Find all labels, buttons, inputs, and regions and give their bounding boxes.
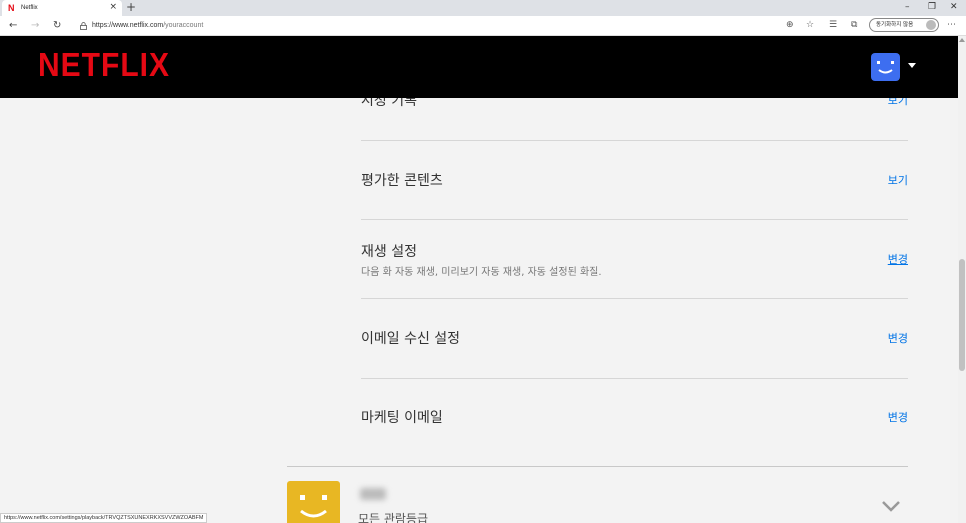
account-dropdown-caret-icon[interactable] (908, 63, 916, 68)
profile-avatar-icon[interactable] (287, 481, 340, 523)
restore-button[interactable]: ❐ (928, 1, 936, 13)
viewing-history-link[interactable]: 보기 (888, 98, 908, 108)
browser-toolbar: ← → ↻ https://www.netflix.com/youraccoun… (0, 16, 966, 36)
divider (361, 378, 908, 379)
scroll-thumb[interactable] (959, 259, 965, 371)
lock-icon (80, 21, 87, 30)
browser-tab-bar: N Netflix × + – ❐ ✕ (0, 0, 966, 16)
status-bar-url: https://www.netflix.com/settings/playbac… (0, 513, 208, 523)
profile-sync-label: 동기화하지 않음 (876, 22, 914, 28)
playback-settings-title: 재생 설정 (361, 244, 417, 260)
marketing-email-title: 마케팅 이메일 (361, 410, 443, 426)
browser-profile-button[interactable]: 동기화하지 않음 (869, 18, 939, 32)
new-tab-button[interactable]: + (126, 0, 136, 15)
divider (361, 298, 908, 299)
more-menu-icon[interactable]: ⋯ (947, 20, 956, 31)
email-settings-title: 이메일 수신 설정 (361, 331, 461, 347)
profile-avatar-icon[interactable] (871, 53, 900, 81)
minimize-button[interactable]: – (905, 1, 910, 13)
rated-content-title: 평가한 콘텐츠 (361, 173, 443, 189)
page-scrollbar[interactable] (958, 36, 966, 523)
address-bar[interactable]: https://www.netflix.com/youraccount (74, 18, 804, 33)
playback-settings-desc: 다음 화 자동 재생, 미리보기 자동 재생, 자동 설정된 화질. (361, 267, 602, 278)
collections-icon[interactable]: ⧉ (851, 20, 857, 31)
netflix-favicon-icon: N (8, 3, 15, 13)
browser-avatar-icon (926, 20, 936, 30)
tab-close-icon[interactable]: × (109, 2, 117, 13)
email-settings-link[interactable]: 변경 (888, 330, 908, 346)
playback-settings-link[interactable]: 변경 (888, 251, 908, 267)
netflix-header: NETFLIX (0, 36, 966, 98)
browser-tab[interactable]: N Netflix × (2, 0, 122, 16)
section-divider (287, 466, 908, 467)
url-text: https://www.netflix.com/youraccount (92, 22, 204, 29)
chevron-down-icon[interactable] (881, 500, 901, 512)
profile-name-blurred (360, 488, 386, 500)
rated-content-link[interactable]: 보기 (888, 172, 908, 188)
zoom-icon[interactable]: ⊕ (786, 20, 794, 31)
smile-face-icon (300, 495, 327, 518)
forward-icon[interactable]: → (31, 19, 39, 32)
favorites-list-icon[interactable]: ☰ (829, 20, 837, 31)
viewing-history-row: 시청 기록 보기 (361, 98, 908, 120)
favorite-star-icon[interactable]: ☆ (806, 20, 814, 31)
email-settings-row: 이메일 수신 설정 변경 (361, 328, 908, 348)
viewing-history-title: 시청 기록 (361, 98, 417, 109)
marketing-email-row: 마케팅 이메일 변경 (361, 407, 908, 427)
marketing-email-link[interactable]: 변경 (888, 409, 908, 425)
smile-face-icon (877, 61, 894, 74)
profile-rating-label: 모든 관람등급 (358, 512, 429, 523)
playback-settings-row: 재생 설정 다음 화 자동 재생, 미리보기 자동 재생, 자동 설정된 화질.… (361, 241, 908, 281)
rated-content-row: 평가한 콘텐츠 보기 (361, 170, 908, 190)
tab-title: Netflix (21, 5, 38, 11)
refresh-icon[interactable]: ↻ (53, 19, 61, 32)
window-close-button[interactable]: ✕ (950, 1, 958, 13)
divider (361, 140, 908, 141)
divider (361, 219, 908, 220)
back-icon[interactable]: ← (9, 19, 17, 32)
scroll-up-icon[interactable] (959, 38, 965, 42)
account-settings-content: 시청 기록 보기 평가한 콘텐츠 보기 재생 설정 다음 화 자동 재생, 미리… (0, 98, 958, 523)
netflix-logo[interactable]: NETFLIX (38, 47, 170, 84)
